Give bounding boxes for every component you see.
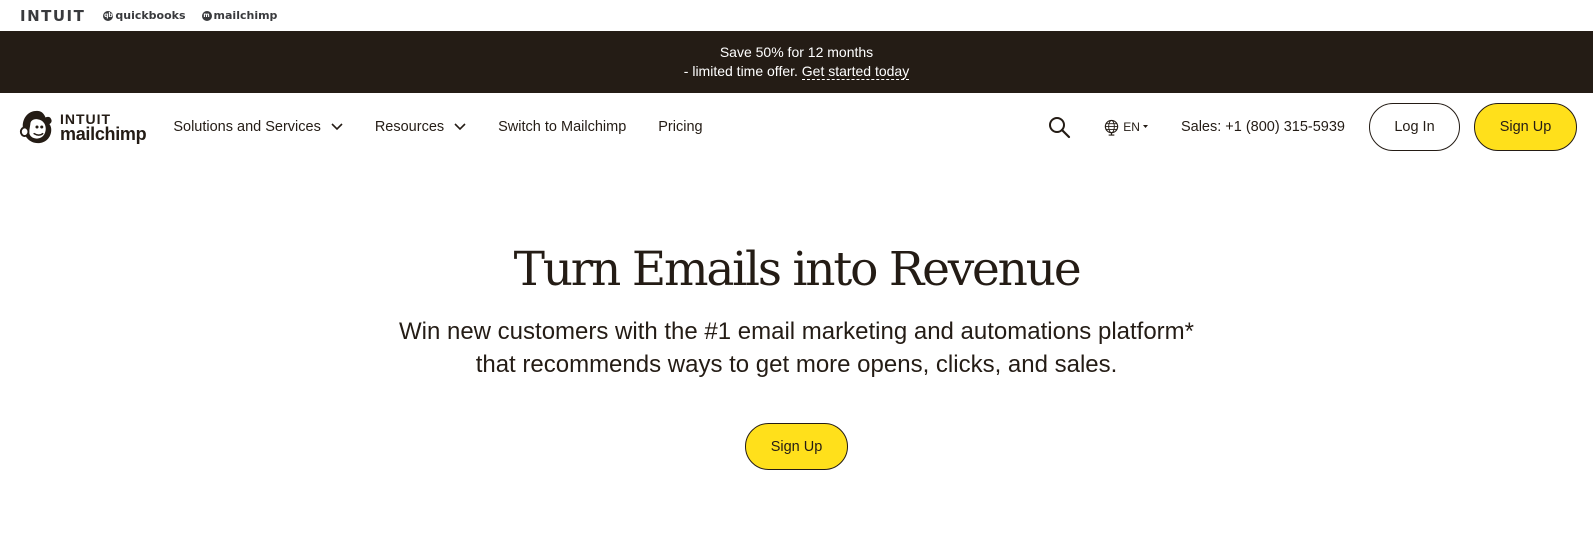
quickbooks-icon: qb [103,10,114,21]
logo-mailchimp-text: mailchimp [60,124,147,144]
nav-item-label: Resources [374,119,445,135]
signup-button[interactable]: Sign Up [1474,103,1577,151]
intuit-family-bar: INTUIT qb quickbooks m mailchimp [0,0,1593,31]
hero-signup-button[interactable]: Sign Up [745,423,848,470]
mailchimp-link[interactable]: m mailchimp [201,9,278,22]
quickbooks-label: quickbooks [115,9,186,22]
globe-icon [1105,119,1119,136]
nav-resources[interactable]: Resources [375,119,466,135]
caret-down-icon [1142,125,1148,128]
hero-subtitle: Win new customers with the #1 email mark… [0,315,1593,381]
mailchimp-logo[interactable]: INTUIT mailchimp [18,107,147,147]
nav-item-label: Solutions and Services [173,119,321,135]
hero-subtitle-line-1: Win new customers with the #1 email mark… [398,318,1195,345]
promo-line-2: - limited time offer. Get started today [683,62,910,81]
nav-switch-to-mailchimp[interactable]: Switch to Mailchimp [498,119,626,135]
promo-line-1: Save 50% for 12 months [719,44,874,60]
sales-phone[interactable]: Sales: +1 (800) 315-5939 [1181,119,1345,135]
get-started-link[interactable]: Get started today [801,63,910,80]
nav-solutions-and-services[interactable]: Solutions and Services [173,119,343,135]
quickbooks-link[interactable]: qb quickbooks [103,9,186,22]
mailchimp-label: mailchimp [213,9,278,22]
nav-right-group: EN Sales: +1 (800) 315-5939 Log In Sign … [1047,103,1577,151]
hero-section: Turn Emails into Revenue Win new custome… [0,161,1593,470]
language-label: EN [1123,120,1140,134]
freddie-logo-icon [19,110,52,144]
main-nav: INTUIT mailchimp Solutions and Services … [0,93,1593,161]
language-selector[interactable]: EN [1103,119,1148,136]
intuit-logo[interactable]: INTUIT [20,7,85,25]
chevron-down-icon [331,123,343,131]
chevron-down-icon [454,123,466,131]
promo-offer-text: - limited time offer. [683,63,798,79]
promo-banner: Save 50% for 12 months - limited time of… [0,31,1593,93]
hero-subtitle-line-2: that recommends ways to get more opens, … [475,351,1118,378]
hero-title: Turn Emails into Revenue [513,242,1082,297]
nav-pricing[interactable]: Pricing [658,119,702,135]
search-icon[interactable] [1047,115,1071,139]
mailchimp-icon: m [201,10,212,21]
login-button[interactable]: Log In [1369,103,1460,151]
